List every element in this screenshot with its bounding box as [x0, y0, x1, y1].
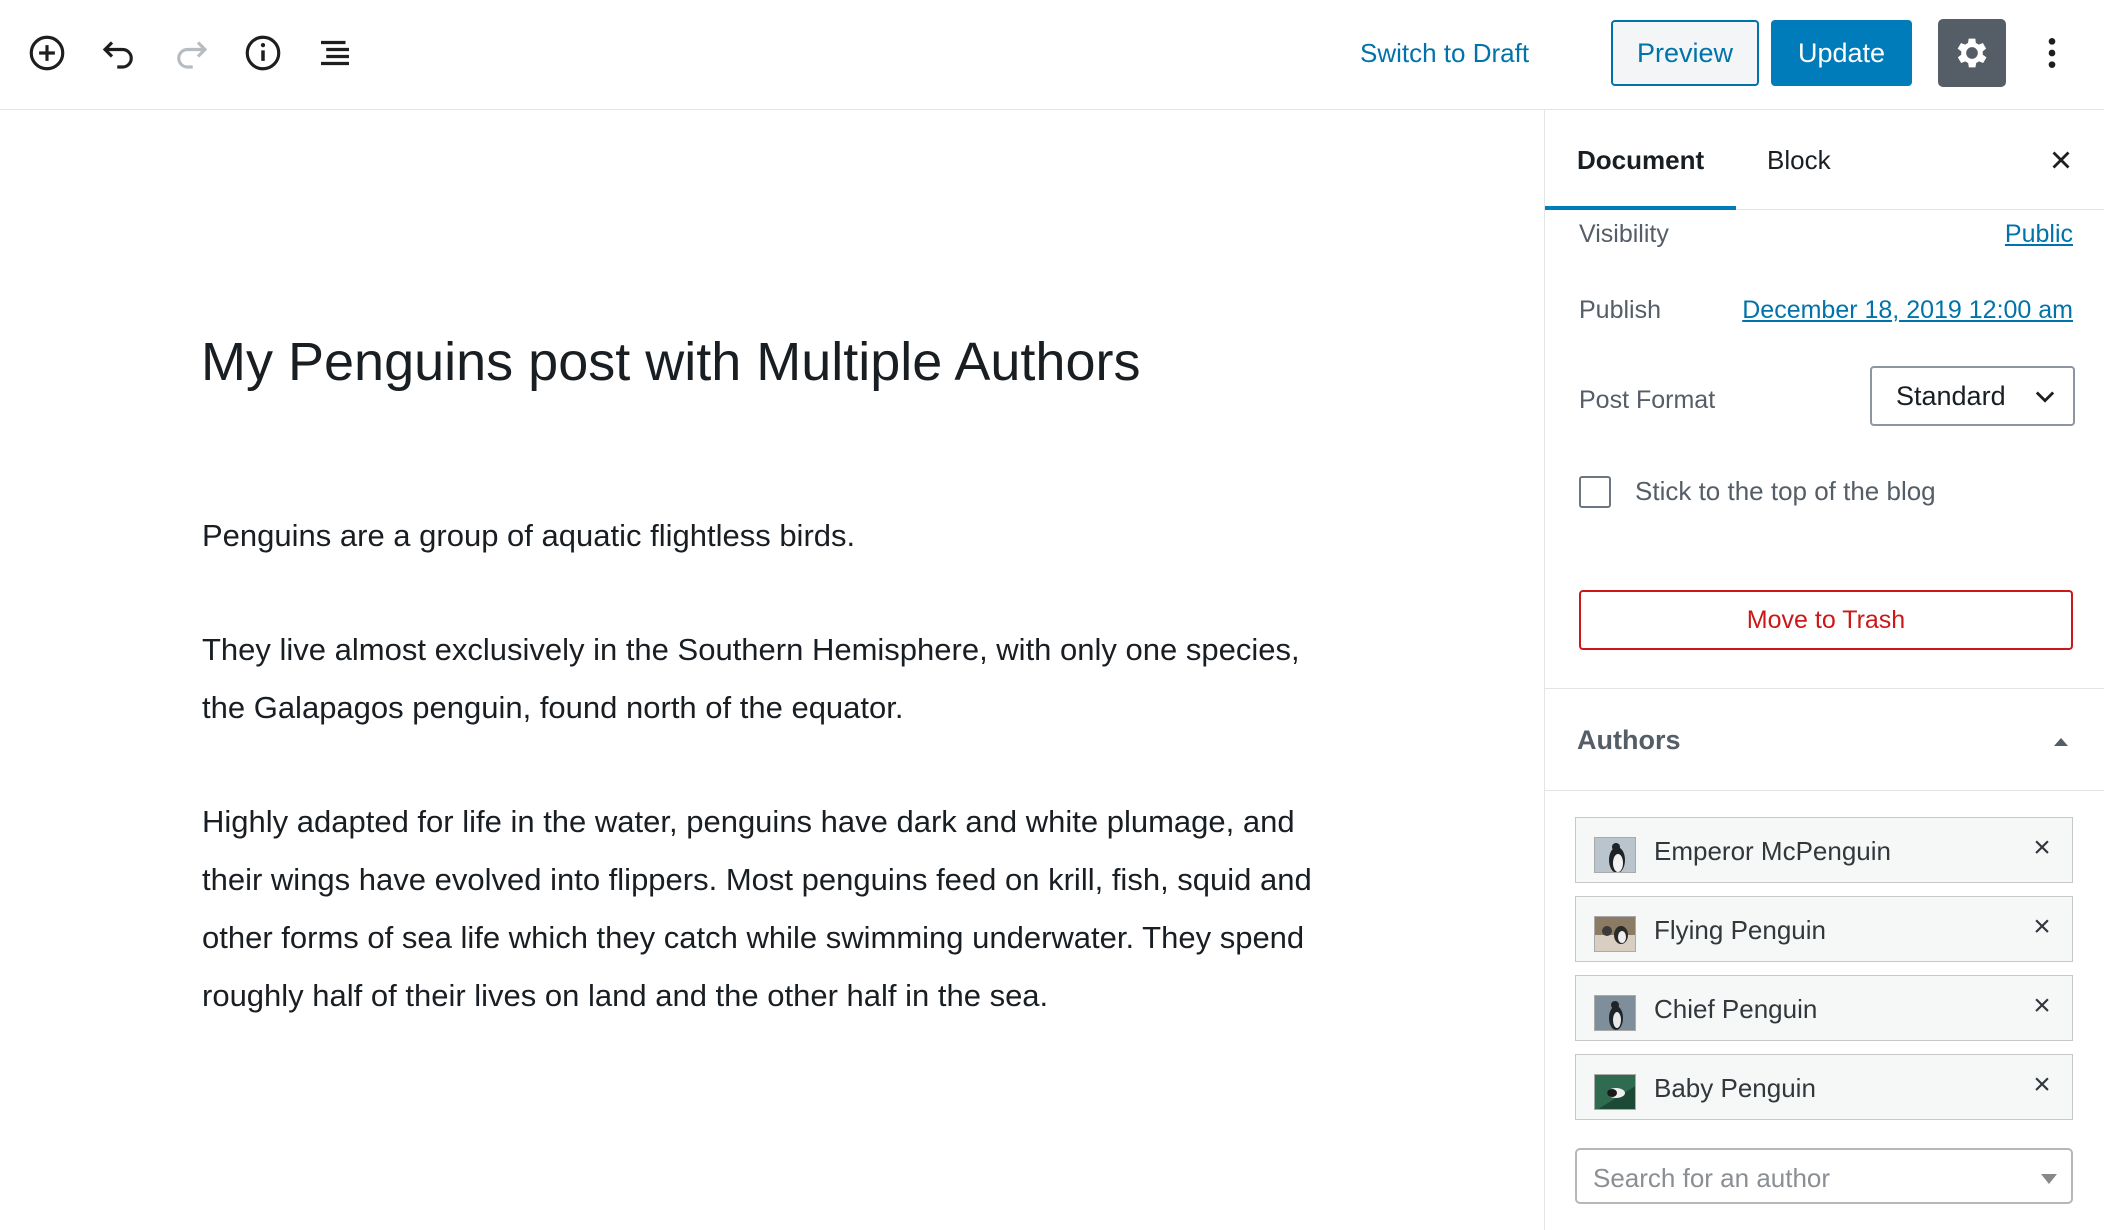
publish-date-link[interactable]: December 18, 2019 12:00 am: [1742, 296, 2073, 325]
tab-block[interactable]: Block: [1735, 110, 1863, 210]
editor-toolbar: Switch to Draft Preview Update: [0, 0, 2104, 110]
settings-sidebar: Document Block Visibility Public Publish…: [1544, 110, 2104, 1230]
avatar: [1594, 837, 1636, 873]
more-options-button[interactable]: [2030, 24, 2074, 82]
post-title[interactable]: My Penguins post with Multiple Authors: [201, 326, 1301, 398]
remove-author-button[interactable]: ×: [2024, 988, 2060, 1024]
remove-author-button[interactable]: ×: [2024, 830, 2060, 866]
author-item: Flying Penguin ×: [1575, 896, 2073, 962]
post-format-value: Standard: [1896, 381, 2006, 411]
post-format-row: Post Format Standard: [1579, 366, 2075, 426]
avatar: [1594, 1074, 1636, 1110]
chevron-down-icon: [2035, 391, 2055, 403]
author-name: Flying Penguin: [1654, 915, 1826, 945]
post-format-label: Post Format: [1579, 386, 1716, 414]
switch-to-draft-button[interactable]: Switch to Draft: [1360, 30, 1529, 76]
info-icon[interactable]: [240, 26, 286, 80]
authors-panel-title[interactable]: Authors: [1577, 725, 1681, 756]
author-name: Chief Penguin: [1654, 994, 1818, 1024]
avatar: [1594, 916, 1636, 952]
more-vertical-icon: [2048, 38, 2056, 68]
close-sidebar-button[interactable]: [2043, 142, 2079, 178]
author-list: Emperor McPenguin × Flying Penguin × Chi…: [1575, 817, 2073, 1133]
gear-icon: [1957, 38, 1987, 68]
tab-document[interactable]: Document: [1545, 110, 1737, 210]
author-item: Baby Penguin ×: [1575, 1054, 2073, 1120]
publish-label: Publish: [1579, 296, 1661, 324]
paragraph-block[interactable]: Penguins are a group of aquatic flightle…: [202, 507, 1322, 565]
settings-button[interactable]: [1938, 19, 2006, 87]
undo-icon[interactable]: [96, 26, 142, 80]
preview-button[interactable]: Preview: [1611, 20, 1759, 86]
panel-divider: [1545, 688, 2104, 689]
author-search-placeholder: Search for an author: [1593, 1163, 1831, 1193]
avatar: [1594, 995, 1636, 1031]
visibility-label: Visibility: [1579, 220, 1669, 248]
paragraph-block[interactable]: Highly adapted for life in the water, pe…: [202, 793, 1322, 1025]
publish-row: Publish December 18, 2019 12:00 am: [1579, 296, 2073, 336]
paragraph-block[interactable]: They live almost exclusively in the Sout…: [202, 621, 1322, 737]
author-search-input[interactable]: Search for an author: [1575, 1148, 2073, 1204]
post-content: Penguins are a group of aquatic flightle…: [202, 507, 1322, 1081]
chevron-up-icon[interactable]: [2049, 730, 2073, 754]
remove-author-button[interactable]: ×: [2024, 1067, 2060, 1103]
close-icon: [2052, 151, 2070, 169]
dropdown-arrow-icon: [2041, 1174, 2057, 1184]
visibility-row: Visibility Public: [1579, 220, 2073, 260]
sidebar-tabs: Document Block: [1545, 110, 2104, 210]
update-button[interactable]: Update: [1771, 20, 1912, 86]
visibility-link[interactable]: Public: [2005, 220, 2073, 249]
sticky-checkbox[interactable]: [1579, 476, 1611, 508]
post-format-select[interactable]: Standard: [1870, 366, 2075, 426]
author-item: Emperor McPenguin ×: [1575, 817, 2073, 883]
remove-author-button[interactable]: ×: [2024, 909, 2060, 945]
add-block-icon[interactable]: [24, 26, 70, 80]
author-name: Baby Penguin: [1654, 1073, 1816, 1103]
author-name: Emperor McPenguin: [1654, 836, 1891, 866]
panel-divider: [1545, 790, 2104, 791]
author-item: Chief Penguin ×: [1575, 975, 2073, 1041]
redo-icon[interactable]: [168, 26, 214, 80]
move-to-trash-button[interactable]: Move to Trash: [1579, 590, 2073, 650]
sticky-label[interactable]: Stick to the top of the blog: [1635, 476, 1936, 507]
block-navigation-icon[interactable]: [312, 26, 358, 80]
editor-canvas: My Penguins post with Multiple Authors P…: [0, 110, 1544, 1230]
